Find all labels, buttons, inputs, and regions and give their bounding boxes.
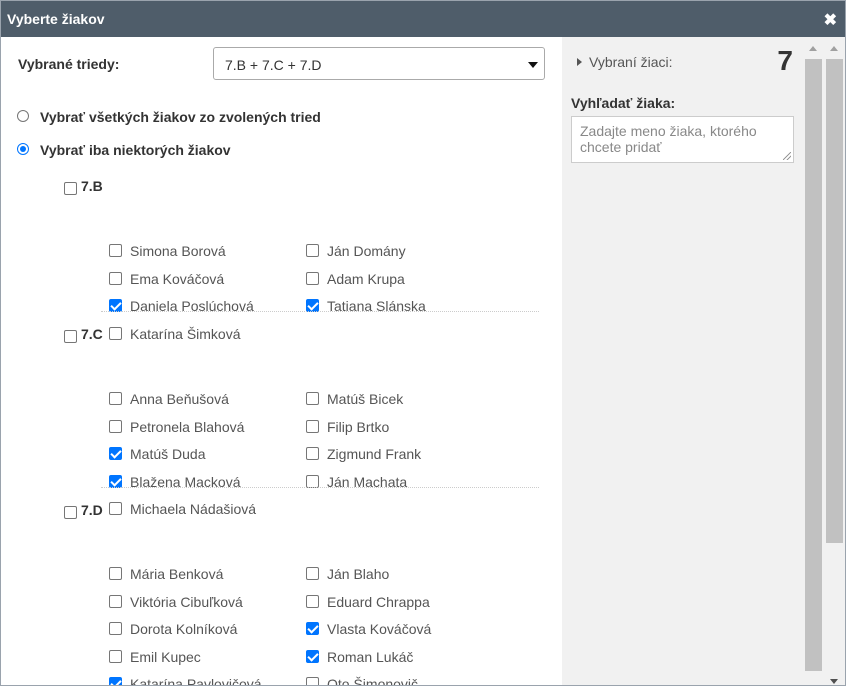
- resize-handle-icon[interactable]: [783, 152, 791, 160]
- divider: [101, 311, 539, 312]
- student-checkbox[interactable]: [109, 649, 122, 663]
- student-name: Petronela Blahová: [130, 418, 245, 435]
- student-name: Matúš Duda: [130, 446, 206, 462]
- student-checkbox[interactable]: [109, 326, 122, 340]
- selected-students-toggle[interactable]: Vybraní žiaci:: [577, 54, 673, 70]
- select-students-dialog: Vyberte žiakov ✖ Vybrané triedy: 7.B + 7…: [0, 0, 846, 686]
- student-name: Emil Kupec: [130, 648, 201, 665]
- student-checkbox[interactable]: [306, 677, 319, 685]
- option-all-label: Vybrať všetkých žiakov zo zvolených trie…: [40, 109, 321, 125]
- dialog-titlebar: Vyberte žiakov ✖: [1, 1, 845, 37]
- student-checkbox[interactable]: [109, 392, 122, 405]
- student-name: Katarína Pavlovičová: [130, 676, 262, 685]
- student-checkbox[interactable]: [109, 419, 122, 433]
- student-name: Anna Beňušová: [130, 391, 229, 407]
- student-name: Ema Kováčová: [130, 270, 225, 287]
- scroll-thumb[interactable]: [826, 59, 843, 543]
- selected-students-label: Vybraní žiaci:: [589, 54, 673, 70]
- classes-select-value: 7.B + 7.C + 7.D: [225, 57, 322, 73]
- class-name: 7.B: [81, 178, 103, 194]
- student-name: Michaela Nádašiová: [130, 501, 257, 517]
- student-checkbox[interactable]: [306, 622, 319, 635]
- student-name: Katarína Šimková: [130, 325, 241, 342]
- student-checkbox[interactable]: [306, 271, 319, 285]
- student-checkbox[interactable]: [306, 649, 319, 663]
- main-panel: Vybrané triedy: 7.B + 7.C + 7.D Vybrať v…: [1, 37, 562, 685]
- student-checkbox[interactable]: [109, 244, 122, 257]
- close-icon[interactable]: ✖: [824, 10, 837, 30]
- search-label: Vyhľadať žiaka:: [571, 95, 676, 111]
- chevron-down-icon: [528, 62, 538, 68]
- student-checkbox[interactable]: [306, 447, 319, 460]
- student-checkbox[interactable]: [109, 622, 122, 635]
- student-name: Adam Krupa: [327, 270, 405, 287]
- student-name: Roman Lukáč: [327, 648, 414, 665]
- student-checkbox[interactable]: [109, 594, 122, 608]
- radio-some[interactable]: [17, 143, 29, 155]
- scroll-down-icon[interactable]: [830, 679, 838, 684]
- selected-students-panel: Vybraní žiaci: 7 Vyhľadať žiaka: Zadajte…: [562, 37, 805, 685]
- scrollbar[interactable]: [805, 37, 845, 685]
- student-checkbox[interactable]: [109, 567, 122, 580]
- student-name: Oto Šimonovič: [327, 676, 419, 685]
- student-checkbox[interactable]: [306, 567, 319, 580]
- student-checkbox[interactable]: [109, 677, 122, 685]
- class-checkbox-7b[interactable]: [64, 182, 77, 195]
- student-name: Dorota Kolníková: [130, 621, 238, 637]
- student-name: Viktória Cibuľková: [130, 593, 243, 610]
- student-checkbox[interactable]: [109, 474, 122, 488]
- student-name: Simona Borová: [130, 243, 226, 259]
- class-name: 7.C: [81, 326, 103, 342]
- student-checkbox[interactable]: [306, 419, 319, 433]
- student-checkbox[interactable]: [306, 392, 319, 405]
- dialog-title: Vyberte žiakov: [7, 11, 105, 27]
- student-checkbox[interactable]: [109, 447, 122, 460]
- student-checkbox[interactable]: [109, 271, 122, 285]
- student-name: Ján Blaho: [327, 566, 390, 582]
- student-name: Mária Benková: [130, 566, 224, 582]
- scroll-up-icon[interactable]: [809, 46, 817, 51]
- class-name: 7.D: [81, 502, 103, 518]
- student-name: Filip Brtko: [327, 418, 390, 435]
- student-name: Eduard Chrappa: [327, 593, 430, 610]
- student-search-input[interactable]: Zadajte meno žiaka, ktorého chcete prida…: [571, 116, 794, 163]
- caret-right-icon: [577, 58, 582, 66]
- student-checkbox[interactable]: [306, 594, 319, 608]
- student-checkbox[interactable]: [306, 474, 319, 488]
- classes-select[interactable]: 7.B + 7.C + 7.D: [213, 47, 545, 80]
- student-name: Matúš Bicek: [327, 391, 404, 407]
- divider: [101, 487, 539, 488]
- class-checkbox-7c[interactable]: [64, 330, 77, 343]
- student-checkbox[interactable]: [306, 244, 319, 257]
- search-placeholder: Zadajte meno žiaka, ktorého chcete prida…: [580, 123, 757, 155]
- class-checkbox-7d[interactable]: [64, 506, 77, 519]
- classes-label: Vybrané triedy:: [18, 56, 120, 72]
- student-name: Zigmund Frank: [327, 446, 422, 462]
- radio-all[interactable]: [17, 110, 29, 122]
- student-name: Ján Domány: [327, 243, 406, 259]
- scroll-thumb[interactable]: [805, 59, 822, 671]
- scroll-up-icon[interactable]: [830, 46, 838, 51]
- option-some-label: Vybrať iba niektorých žiakov: [40, 142, 231, 158]
- student-name: Vlasta Kováčová: [327, 621, 432, 637]
- selected-count: 7: [777, 45, 793, 76]
- student-checkbox[interactable]: [109, 502, 122, 515]
